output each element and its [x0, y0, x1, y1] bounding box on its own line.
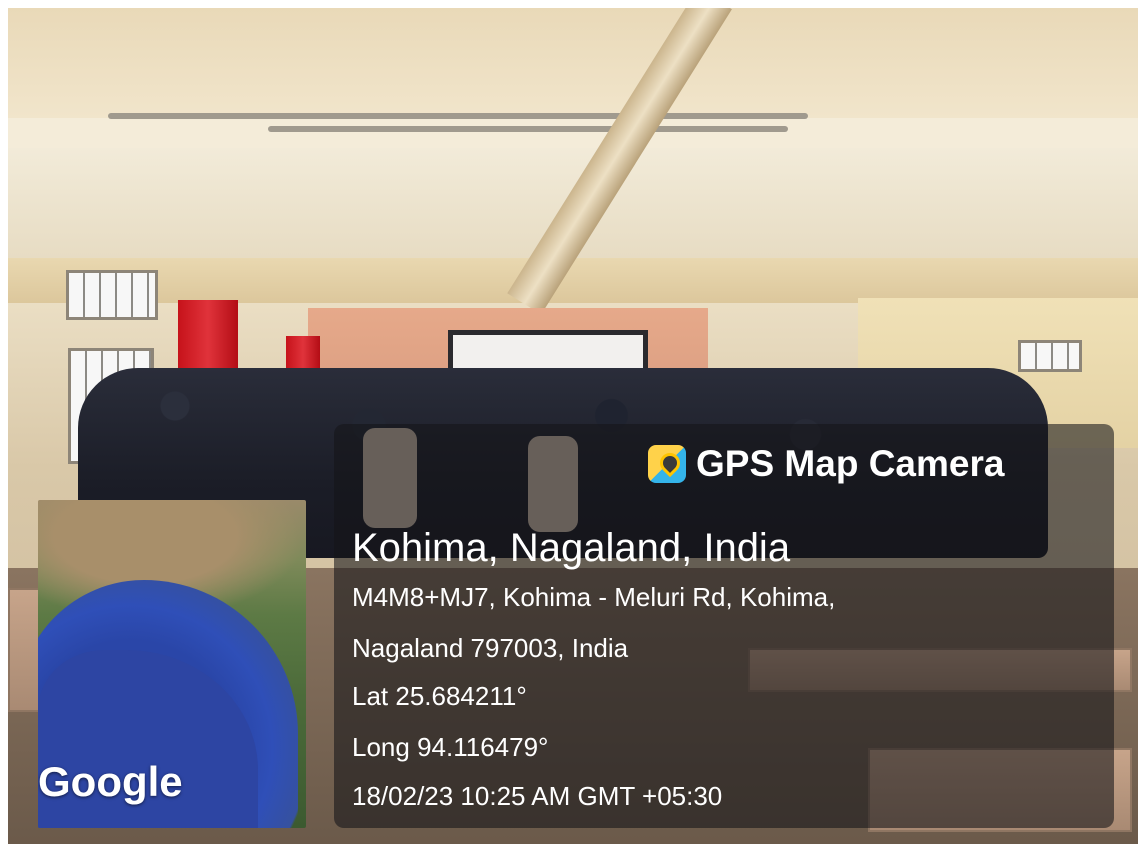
wall-top: [8, 258, 1138, 303]
satellite-mini-map: Google: [38, 500, 306, 828]
ceiling-pipe: [108, 113, 808, 119]
date-time: 18/02/23 10:25 AM GMT +05:30: [352, 781, 723, 811]
app-name: GPS Map Camera: [696, 443, 1005, 484]
latitude: Lat 25.684211°: [352, 681, 527, 711]
gps-map-camera-app-icon: [648, 445, 686, 483]
google-attribution: Google: [38, 758, 183, 805]
address-line-2: Nagaland 797003, India: [352, 633, 629, 663]
ceiling-beam: [8, 118, 1138, 148]
address-line-1: M4M8+MJ7, Kohima - Meluri Rd, Kohima,: [352, 582, 836, 612]
ceiling: [8, 8, 1138, 118]
ceiling-pipe: [268, 126, 788, 132]
window: [1018, 340, 1082, 372]
app-title: GPS Map Camera: [648, 442, 1004, 486]
place-name: Kohima, Nagaland, India: [352, 526, 791, 570]
longitude: Long 94.116479°: [352, 732, 549, 762]
window: [66, 270, 158, 320]
